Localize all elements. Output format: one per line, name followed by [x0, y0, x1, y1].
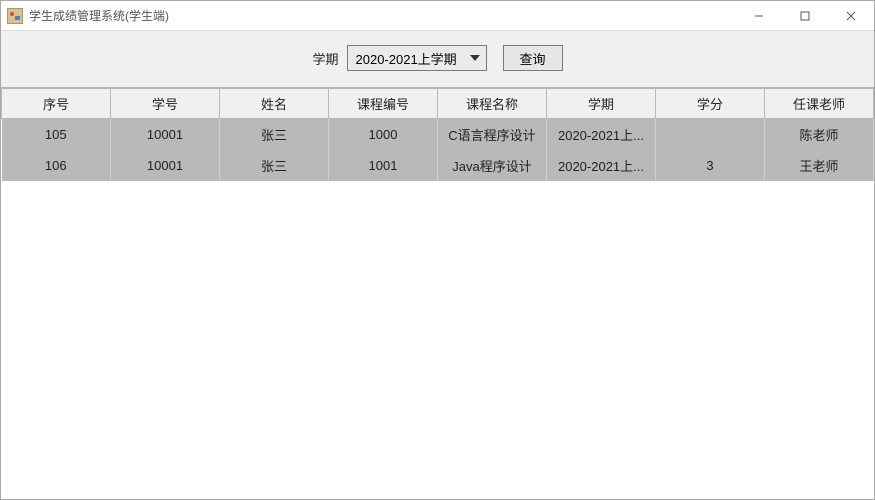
col-teacher[interactable]: 任课老师: [765, 89, 874, 119]
cell: 10001: [111, 119, 220, 151]
cell: Java程序设计: [438, 150, 547, 181]
toolbar: 学期 2020-2021上学期 查询: [1, 31, 874, 87]
chevron-down-icon: [466, 55, 484, 61]
window-controls: [736, 1, 874, 30]
cell: 1000: [329, 119, 438, 151]
cell: 2020-2021上...: [547, 119, 656, 151]
semester-select-value: 2020-2021上学期: [356, 49, 466, 68]
query-button[interactable]: 查询: [503, 45, 563, 71]
cell: 2020-2021上...: [547, 150, 656, 181]
table-row[interactable]: 106 10001 张三 1001 Java程序设计 2020-2021上...…: [2, 150, 874, 181]
col-name[interactable]: 姓名: [220, 89, 329, 119]
col-coursename[interactable]: 课程名称: [438, 89, 547, 119]
cell: 陈老师: [765, 119, 874, 151]
maximize-button[interactable]: [782, 1, 828, 30]
close-button[interactable]: [828, 1, 874, 30]
col-courseid[interactable]: 课程编号: [329, 89, 438, 119]
cell: 张三: [220, 119, 329, 151]
app-icon: [7, 8, 23, 24]
col-credit[interactable]: 学分: [656, 89, 765, 119]
minimize-button[interactable]: [736, 1, 782, 30]
window-title: 学生成绩管理系统(学生端): [29, 7, 169, 24]
cell: 王老师: [765, 150, 874, 181]
cell: 105: [2, 119, 111, 151]
cell: [656, 119, 765, 151]
col-studentno[interactable]: 学号: [111, 89, 220, 119]
titlebar: 学生成绩管理系统(学生端): [1, 1, 874, 31]
query-button-label: 查询: [520, 49, 546, 68]
table-row[interactable]: 105 10001 张三 1000 C语言程序设计 2020-2021上... …: [2, 119, 874, 151]
results-table-container: 序号 学号 姓名 课程编号 课程名称 学期 学分 任课老师 105 10001 …: [1, 87, 874, 499]
semester-label: 学期: [312, 49, 338, 68]
col-semester[interactable]: 学期: [547, 89, 656, 119]
cell: 106: [2, 150, 111, 181]
table-body: 105 10001 张三 1000 C语言程序设计 2020-2021上... …: [2, 119, 874, 182]
semester-select[interactable]: 2020-2021上学期: [347, 45, 487, 71]
cell: 张三: [220, 150, 329, 181]
cell: 1001: [329, 150, 438, 181]
table-header: 序号 学号 姓名 课程编号 课程名称 学期 学分 任课老师: [2, 89, 874, 119]
cell: 3: [656, 150, 765, 181]
cell: C语言程序设计: [438, 119, 547, 151]
col-index[interactable]: 序号: [2, 89, 111, 119]
table-empty-area: [1, 181, 874, 499]
cell: 10001: [111, 150, 220, 181]
results-table: 序号 学号 姓名 课程编号 课程名称 学期 学分 任课老师 105 10001 …: [1, 88, 874, 181]
app-window: 学生成绩管理系统(学生端) 学期 2020-2021上学期 查询: [0, 0, 875, 500]
